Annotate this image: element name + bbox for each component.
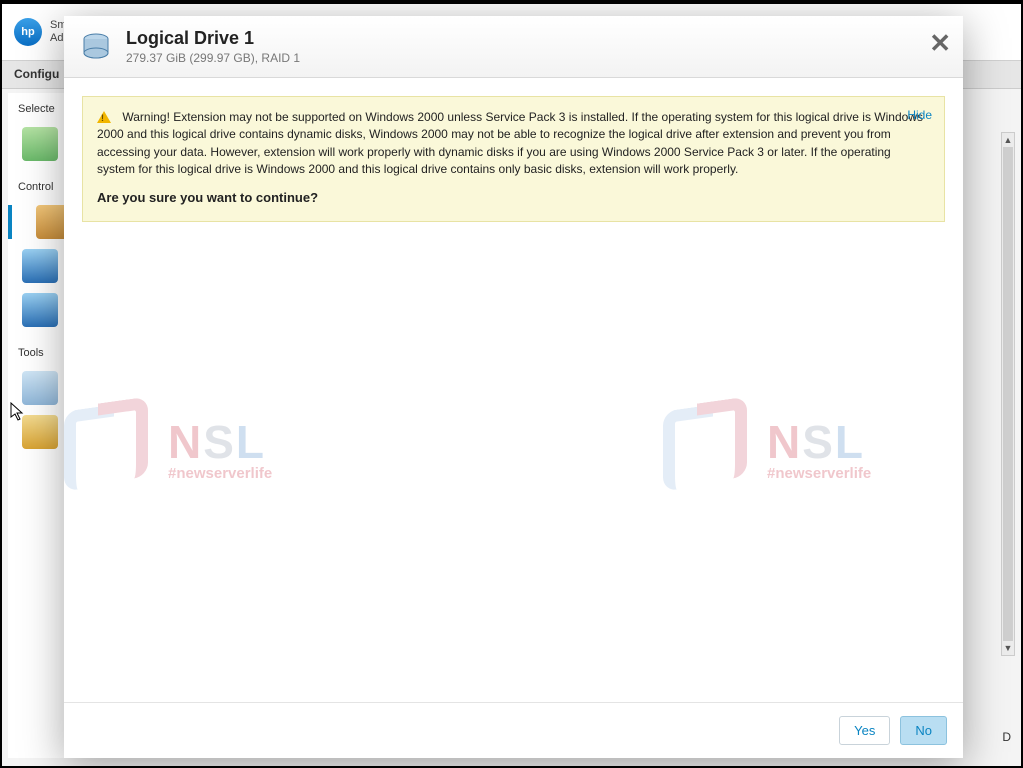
dialog-subtitle: 279.37 GiB (299.97 GB), RAID 1 (126, 51, 300, 65)
dialog-title: Logical Drive 1 (126, 28, 300, 49)
warning-alert: Hide Warning! Extension may not be suppo… (82, 96, 945, 222)
confirm-dialog: Logical Drive 1 279.37 GiB (299.97 GB), … (64, 16, 963, 758)
mouse-cursor-icon (10, 402, 24, 422)
dialog-body: Hide Warning! Extension may not be suppo… (64, 78, 963, 702)
watermark-tag: #newserverlife (168, 465, 272, 482)
watermark-right: NSL #newserverlife (653, 368, 963, 528)
watermark-nsl: NSL (767, 415, 871, 469)
yes-button[interactable]: Yes (839, 716, 890, 745)
watermark-nsl: NSL (168, 415, 272, 469)
dialog-footer: Yes No (64, 702, 963, 758)
hide-alert-link[interactable]: Hide (907, 107, 932, 124)
logical-drive-icon (80, 31, 112, 63)
warning-icon (97, 111, 111, 123)
confirm-question: Are you sure you want to continue? (97, 189, 930, 208)
dialog-header: Logical Drive 1 279.37 GiB (299.97 GB), … (64, 16, 963, 78)
close-button[interactable]: ✕ (929, 30, 951, 56)
no-button[interactable]: No (900, 716, 947, 745)
watermark-logo-icon (64, 398, 154, 498)
watermark-logo-icon (653, 398, 753, 498)
watermark-left: NSL #newserverlife (64, 368, 374, 528)
watermark-tag: #newserverlife (767, 465, 871, 482)
warning-text: Warning! Extension may not be supported … (97, 110, 923, 176)
